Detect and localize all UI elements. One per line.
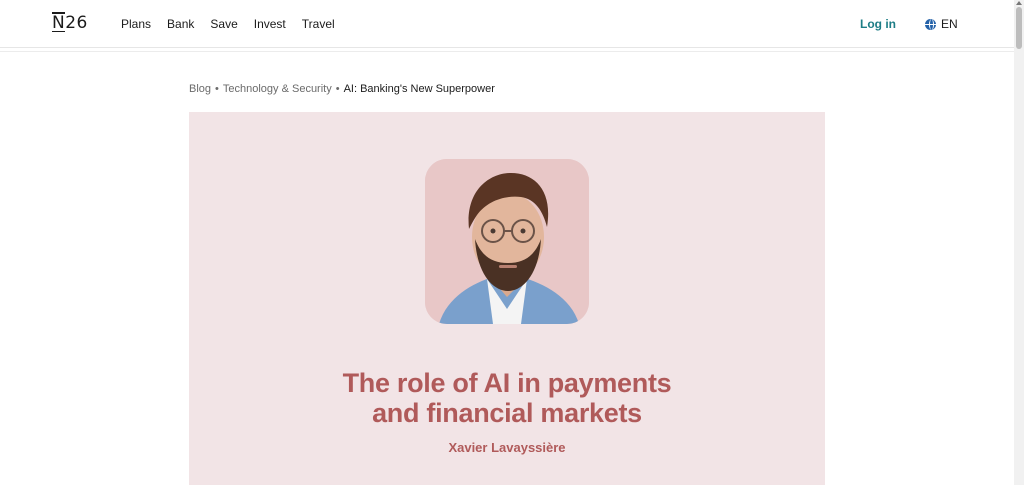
breadcrumb: Blog • Technology & Security • AI: Banki…: [189, 83, 495, 95]
breadcrumb-blog[interactable]: Blog: [189, 83, 211, 95]
header-divider: [0, 51, 1014, 52]
author-portrait: [425, 159, 589, 324]
author-photo-illustration: [425, 159, 589, 324]
n26-logo[interactable]: N26: [52, 12, 88, 33]
nav-item-bank[interactable]: Bank: [167, 17, 194, 31]
nav-item-invest[interactable]: Invest: [254, 17, 286, 31]
article-hero: The role of AI in payments and financial…: [189, 112, 825, 485]
breadcrumb-current-page: AI: Banking's New Superpower: [343, 83, 495, 95]
breadcrumb-separator: •: [215, 83, 219, 95]
site-header: N26 Plans Bank Save Invest Travel Log in…: [0, 0, 1014, 48]
vertical-scrollbar[interactable]: [1014, 0, 1024, 485]
scroll-up-arrow-icon[interactable]: [1016, 1, 1022, 5]
globe-icon: [925, 18, 936, 30]
article-author: Xavier Lavayssière: [448, 440, 566, 455]
article-title-line-1: The role of AI in payments: [342, 368, 672, 398]
nav-item-plans[interactable]: Plans: [121, 17, 151, 31]
nav-item-travel[interactable]: Travel: [302, 17, 335, 31]
login-link[interactable]: Log in: [860, 17, 896, 31]
article-title: The role of AI in payments and financial…: [189, 368, 825, 428]
breadcrumb-technology-security[interactable]: Technology & Security: [223, 83, 332, 95]
language-selector[interactable]: EN: [925, 17, 958, 31]
scroll-thumb[interactable]: [1016, 7, 1022, 49]
language-label: EN: [941, 17, 958, 31]
article-title-line-2: and financial markets: [372, 398, 642, 428]
main-nav: Plans Bank Save Invest Travel: [121, 17, 335, 31]
breadcrumb-separator: •: [335, 83, 340, 95]
nav-item-save[interactable]: Save: [210, 17, 237, 31]
